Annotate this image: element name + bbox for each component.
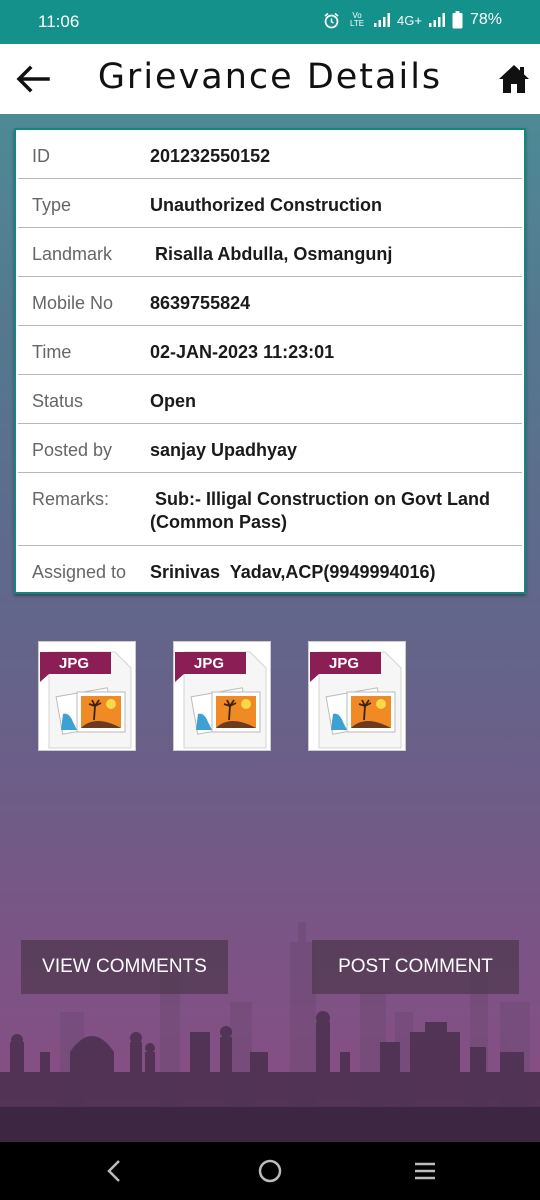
detail-label: Type	[32, 195, 72, 215]
view-comments-button[interactable]: VIEW COMMENTS	[21, 940, 228, 994]
system-nav-bar	[0, 1142, 540, 1200]
detail-label: ID	[32, 146, 50, 166]
signal-icon	[374, 13, 391, 27]
content-area: ID 201232550152 Type Unauthorized Constr…	[0, 114, 540, 1142]
detail-row-mobile: Mobile No 8639755824	[18, 277, 522, 326]
volte-label: Vo LTE	[349, 11, 365, 28]
detail-row-landmark: Landmark Risalla Abdulla, Osmangunj	[18, 228, 522, 277]
attachment-type-label: JPG	[329, 655, 360, 672]
detail-row-time: Time 02-JAN-2023 11:23:01	[18, 326, 522, 375]
post-comment-button[interactable]: POST COMMENT	[312, 940, 519, 994]
battery-icon	[452, 11, 463, 29]
detail-value: 8639755824	[150, 293, 251, 313]
attachment-type-label: JPG	[194, 655, 225, 672]
nav-home-icon[interactable]	[258, 1159, 282, 1183]
page-title: Grievance Details	[97, 57, 443, 97]
detail-label: Time	[32, 342, 72, 362]
status-bar: 11:06 Vo LTE 4G+ 78%	[0, 0, 540, 44]
detail-value: Open	[150, 391, 197, 411]
grievance-details-card: ID 201232550152 Type Unauthorized Constr…	[14, 128, 526, 594]
detail-row-assigned-to: Assigned to Srinivas Yadav,ACP(994999401…	[18, 546, 522, 592]
signal-icon-2	[428, 13, 445, 27]
nav-back-icon[interactable]	[104, 1159, 124, 1183]
detail-row-type: Type Unauthorized Construction	[18, 179, 522, 228]
battery-level: 78%	[469, 11, 502, 28]
detail-label: Remarks:	[32, 489, 110, 509]
nav-recents-icon[interactable]	[413, 1159, 437, 1183]
city-skyline-image	[0, 922, 540, 1142]
status-icons: Vo LTE 4G+ 78%	[323, 11, 502, 29]
alarm-icon	[324, 12, 339, 28]
detail-label: Assigned to	[32, 562, 127, 582]
detail-row-posted-by: Posted by sanjay Upadhyay	[18, 424, 522, 473]
detail-value: sanjay Upadhyay	[150, 440, 298, 460]
detail-value: Srinivas Yadav,ACP(9949994016)	[150, 562, 436, 582]
home-icon[interactable]	[498, 63, 530, 95]
jpg-attachment[interactable]: JPG	[38, 641, 136, 751]
detail-label: Status	[32, 391, 84, 411]
status-time: 11:06	[38, 12, 80, 31]
attachment-type-label: JPG	[59, 655, 90, 672]
detail-label: Landmark	[32, 244, 113, 264]
detail-value: Unauthorized Construction	[150, 195, 382, 215]
detail-value: Risalla Abdulla, Osmangunj	[150, 244, 393, 264]
detail-value: 02-JAN-2023 11:23:01	[150, 342, 335, 362]
network-type: 4G+	[397, 12, 422, 28]
detail-row-remarks: Remarks: Sub:- Illigal Construction on G…	[18, 473, 522, 546]
detail-row-id: ID 201232550152	[18, 130, 522, 179]
attachments-list: JPG JPG JPG	[38, 641, 406, 751]
detail-label: Mobile No	[32, 293, 114, 313]
detail-value: 201232550152	[150, 146, 271, 166]
jpg-attachment[interactable]: JPG	[308, 641, 406, 751]
jpg-attachment[interactable]: JPG	[173, 641, 271, 751]
detail-row-status: Status Open	[18, 375, 522, 424]
app-bar: Grievance Details	[0, 44, 540, 114]
detail-value: Sub:- Illigal Construction on Govt Land …	[150, 489, 496, 532]
detail-label: Posted by	[32, 440, 113, 460]
